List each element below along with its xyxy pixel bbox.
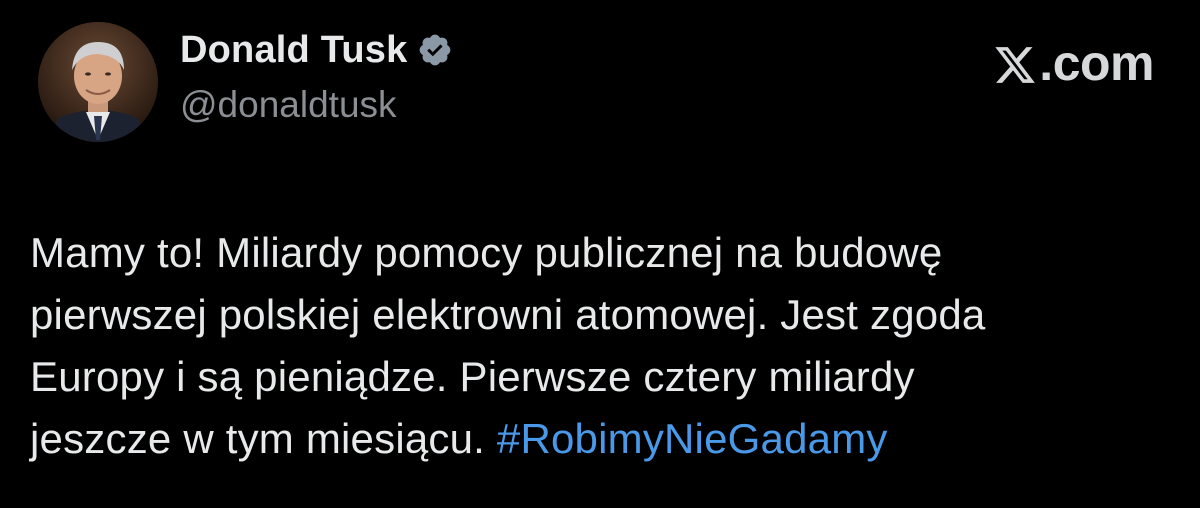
hashtag-link[interactable]: #RobimyNieGadamy bbox=[497, 415, 888, 462]
tweet-text: Mamy to! Miliardy pomocy publicznej na b… bbox=[30, 222, 1180, 470]
verified-badge-icon bbox=[417, 32, 453, 68]
x-logo-icon bbox=[993, 41, 1037, 85]
avatar-image bbox=[38, 22, 158, 142]
handle[interactable]: @donaldtusk bbox=[180, 84, 453, 126]
display-name[interactable]: Donald Tusk bbox=[180, 29, 407, 72]
tweet-header: Donald Tusk @donaldtusk .com bbox=[38, 20, 1168, 150]
author-identity: Donald Tusk @donaldtusk bbox=[180, 24, 453, 126]
name-row: Donald Tusk bbox=[180, 24, 453, 76]
brand-label: .com bbox=[1039, 35, 1154, 91]
brand-watermark: .com bbox=[993, 34, 1154, 92]
avatar[interactable] bbox=[38, 22, 158, 142]
